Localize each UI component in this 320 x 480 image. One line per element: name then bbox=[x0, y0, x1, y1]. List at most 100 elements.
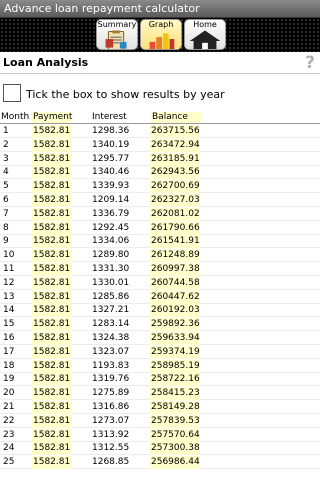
table-row: 19 1582.81 1319.76 258722.16 bbox=[0, 373, 320, 387]
table-row: 15 1582.81 1283.14 259892.36 bbox=[0, 318, 320, 332]
cell-balance: 257300.38 bbox=[150, 442, 200, 456]
cell-payment: 1582.81 bbox=[32, 456, 72, 470]
cell-interest: 1275.89 bbox=[92, 388, 130, 399]
cell-payment: 1582.81 bbox=[32, 249, 72, 263]
cell-payment: 1582.81 bbox=[32, 359, 72, 373]
cell-balance: 259374.19 bbox=[150, 345, 200, 359]
cell-balance: 258722.16 bbox=[150, 373, 200, 387]
cell-balance: 259633.94 bbox=[150, 332, 200, 345]
table-row: 7 1582.81 1336.79 262081.02 bbox=[0, 207, 320, 221]
cell-month: 24 bbox=[3, 443, 15, 454]
cell-balance: 262943.56 bbox=[150, 166, 200, 180]
cell-interest: 1312.55 bbox=[92, 443, 130, 454]
cell-balance: 263715.56 bbox=[150, 125, 200, 138]
cell-month: 18 bbox=[3, 360, 15, 371]
cell-month: 1 bbox=[3, 126, 9, 136]
window-title: Advance loan repayment calculator bbox=[0, 0, 320, 18]
cell-month: 2 bbox=[3, 139, 9, 150]
cell-balance: 260447.62 bbox=[150, 290, 200, 304]
cell-interest: 1340.46 bbox=[92, 167, 130, 178]
table-header: Month Payment Interest Balance bbox=[0, 112, 320, 124]
table-row: 21 1582.81 1316.86 258149.28 bbox=[0, 401, 320, 414]
cell-month: 6 bbox=[3, 195, 9, 205]
cell-payment: 1582.81 bbox=[32, 207, 72, 221]
cell-balance: 256986.44 bbox=[150, 456, 200, 470]
cell-payment: 1582.81 bbox=[32, 428, 72, 442]
toolbar: Summary Graph Home bbox=[0, 18, 320, 52]
cell-interest: 1292.45 bbox=[92, 222, 130, 233]
cell-balance: 261248.89 bbox=[150, 249, 200, 263]
cell-interest: 1327.21 bbox=[92, 305, 130, 316]
cell-month: 20 bbox=[3, 388, 15, 399]
cell-interest: 1316.86 bbox=[92, 402, 130, 412]
cell-payment: 1582.81 bbox=[32, 401, 72, 414]
table-row: 24 1582.81 1312.55 257300.38 bbox=[0, 442, 320, 456]
cell-payment: 1582.81 bbox=[32, 318, 72, 332]
table-row: 4 1582.81 1340.46 262943.56 bbox=[0, 166, 320, 180]
cell-month: 17 bbox=[3, 346, 15, 357]
cell-balance: 258149.28 bbox=[150, 401, 200, 414]
column-header-payment: Payment bbox=[32, 112, 73, 123]
column-header-month: Month bbox=[1, 112, 30, 122]
cell-balance: 260744.58 bbox=[150, 276, 200, 290]
cell-interest: 1268.85 bbox=[92, 457, 130, 468]
cell-interest: 1324.38 bbox=[92, 333, 130, 343]
show-by-year-checkbox[interactable] bbox=[3, 84, 21, 102]
cell-interest: 1339.93 bbox=[92, 181, 130, 192]
cell-month: 7 bbox=[3, 208, 9, 219]
cell-month: 13 bbox=[3, 291, 15, 302]
cell-interest: 1285.86 bbox=[92, 291, 130, 302]
cell-month: 22 bbox=[3, 415, 15, 426]
cell-payment: 1582.81 bbox=[32, 414, 72, 428]
table-row: 13 1582.81 1285.86 260447.62 bbox=[0, 290, 320, 304]
home-button[interactable]: Home bbox=[184, 19, 226, 50]
help-icon[interactable]: ? bbox=[305, 53, 315, 73]
cell-payment: 1582.81 bbox=[32, 125, 72, 138]
page-title: Loan Analysis bbox=[3, 56, 89, 69]
table-row: 8 1582.81 1292.45 261790.66 bbox=[0, 221, 320, 235]
cell-month: 4 bbox=[3, 167, 9, 178]
table-row: 11 1582.81 1331.30 260997.38 bbox=[0, 263, 320, 276]
table-row: 18 1582.81 1193.83 258985.19 bbox=[0, 359, 320, 373]
cell-balance: 260192.03 bbox=[150, 304, 200, 318]
cell-payment: 1582.81 bbox=[32, 304, 72, 318]
table-row: 12 1582.81 1330.01 260744.58 bbox=[0, 276, 320, 290]
cell-balance: 261790.66 bbox=[150, 221, 200, 235]
cell-month: 25 bbox=[3, 457, 15, 468]
cell-balance: 262700.69 bbox=[150, 180, 200, 194]
column-header-interest: Interest bbox=[92, 112, 127, 122]
cell-interest: 1295.77 bbox=[92, 153, 130, 164]
table-row: 22 1582.81 1273.07 257839.53 bbox=[0, 414, 320, 428]
summary-button[interactable]: Summary bbox=[96, 19, 138, 50]
column-header-balance: Balance bbox=[151, 112, 201, 123]
table-row: 5 1582.81 1339.93 262700.69 bbox=[0, 180, 320, 194]
cell-month: 21 bbox=[3, 402, 15, 412]
cell-month: 5 bbox=[3, 181, 9, 192]
cell-payment: 1582.81 bbox=[32, 263, 72, 276]
cell-month: 9 bbox=[3, 236, 9, 247]
cell-interest: 1334.06 bbox=[92, 236, 130, 247]
cell-balance: 258985.19 bbox=[150, 359, 200, 373]
page-header: Loan Analysis ? bbox=[0, 52, 320, 74]
cell-balance: 257839.53 bbox=[150, 414, 200, 428]
cell-interest: 1323.07 bbox=[92, 346, 130, 357]
cell-payment: 1582.81 bbox=[32, 442, 72, 456]
cell-month: 11 bbox=[3, 264, 15, 274]
cell-month: 3 bbox=[3, 153, 9, 164]
cell-payment: 1582.81 bbox=[32, 166, 72, 180]
cell-payment: 1582.81 bbox=[32, 276, 72, 290]
cell-balance: 260997.38 bbox=[150, 263, 200, 276]
cell-interest: 1193.83 bbox=[92, 360, 130, 371]
table-row: 23 1582.81 1313.92 257570.64 bbox=[0, 428, 320, 442]
cell-month: 15 bbox=[3, 319, 15, 330]
table-row: 10 1582.81 1289.80 261248.89 bbox=[0, 249, 320, 263]
cell-payment: 1582.81 bbox=[32, 332, 72, 345]
cell-month: 16 bbox=[3, 333, 15, 343]
cell-interest: 1319.76 bbox=[92, 374, 130, 385]
house-icon bbox=[189, 30, 221, 49]
cell-balance: 263472.94 bbox=[150, 138, 200, 152]
graph-button[interactable]: Graph bbox=[140, 19, 182, 50]
cell-balance: 262081.02 bbox=[150, 207, 200, 221]
table-row: 1 1582.81 1298.36 263715.56 bbox=[0, 125, 320, 138]
bar-chart-icon bbox=[149, 33, 175, 49]
